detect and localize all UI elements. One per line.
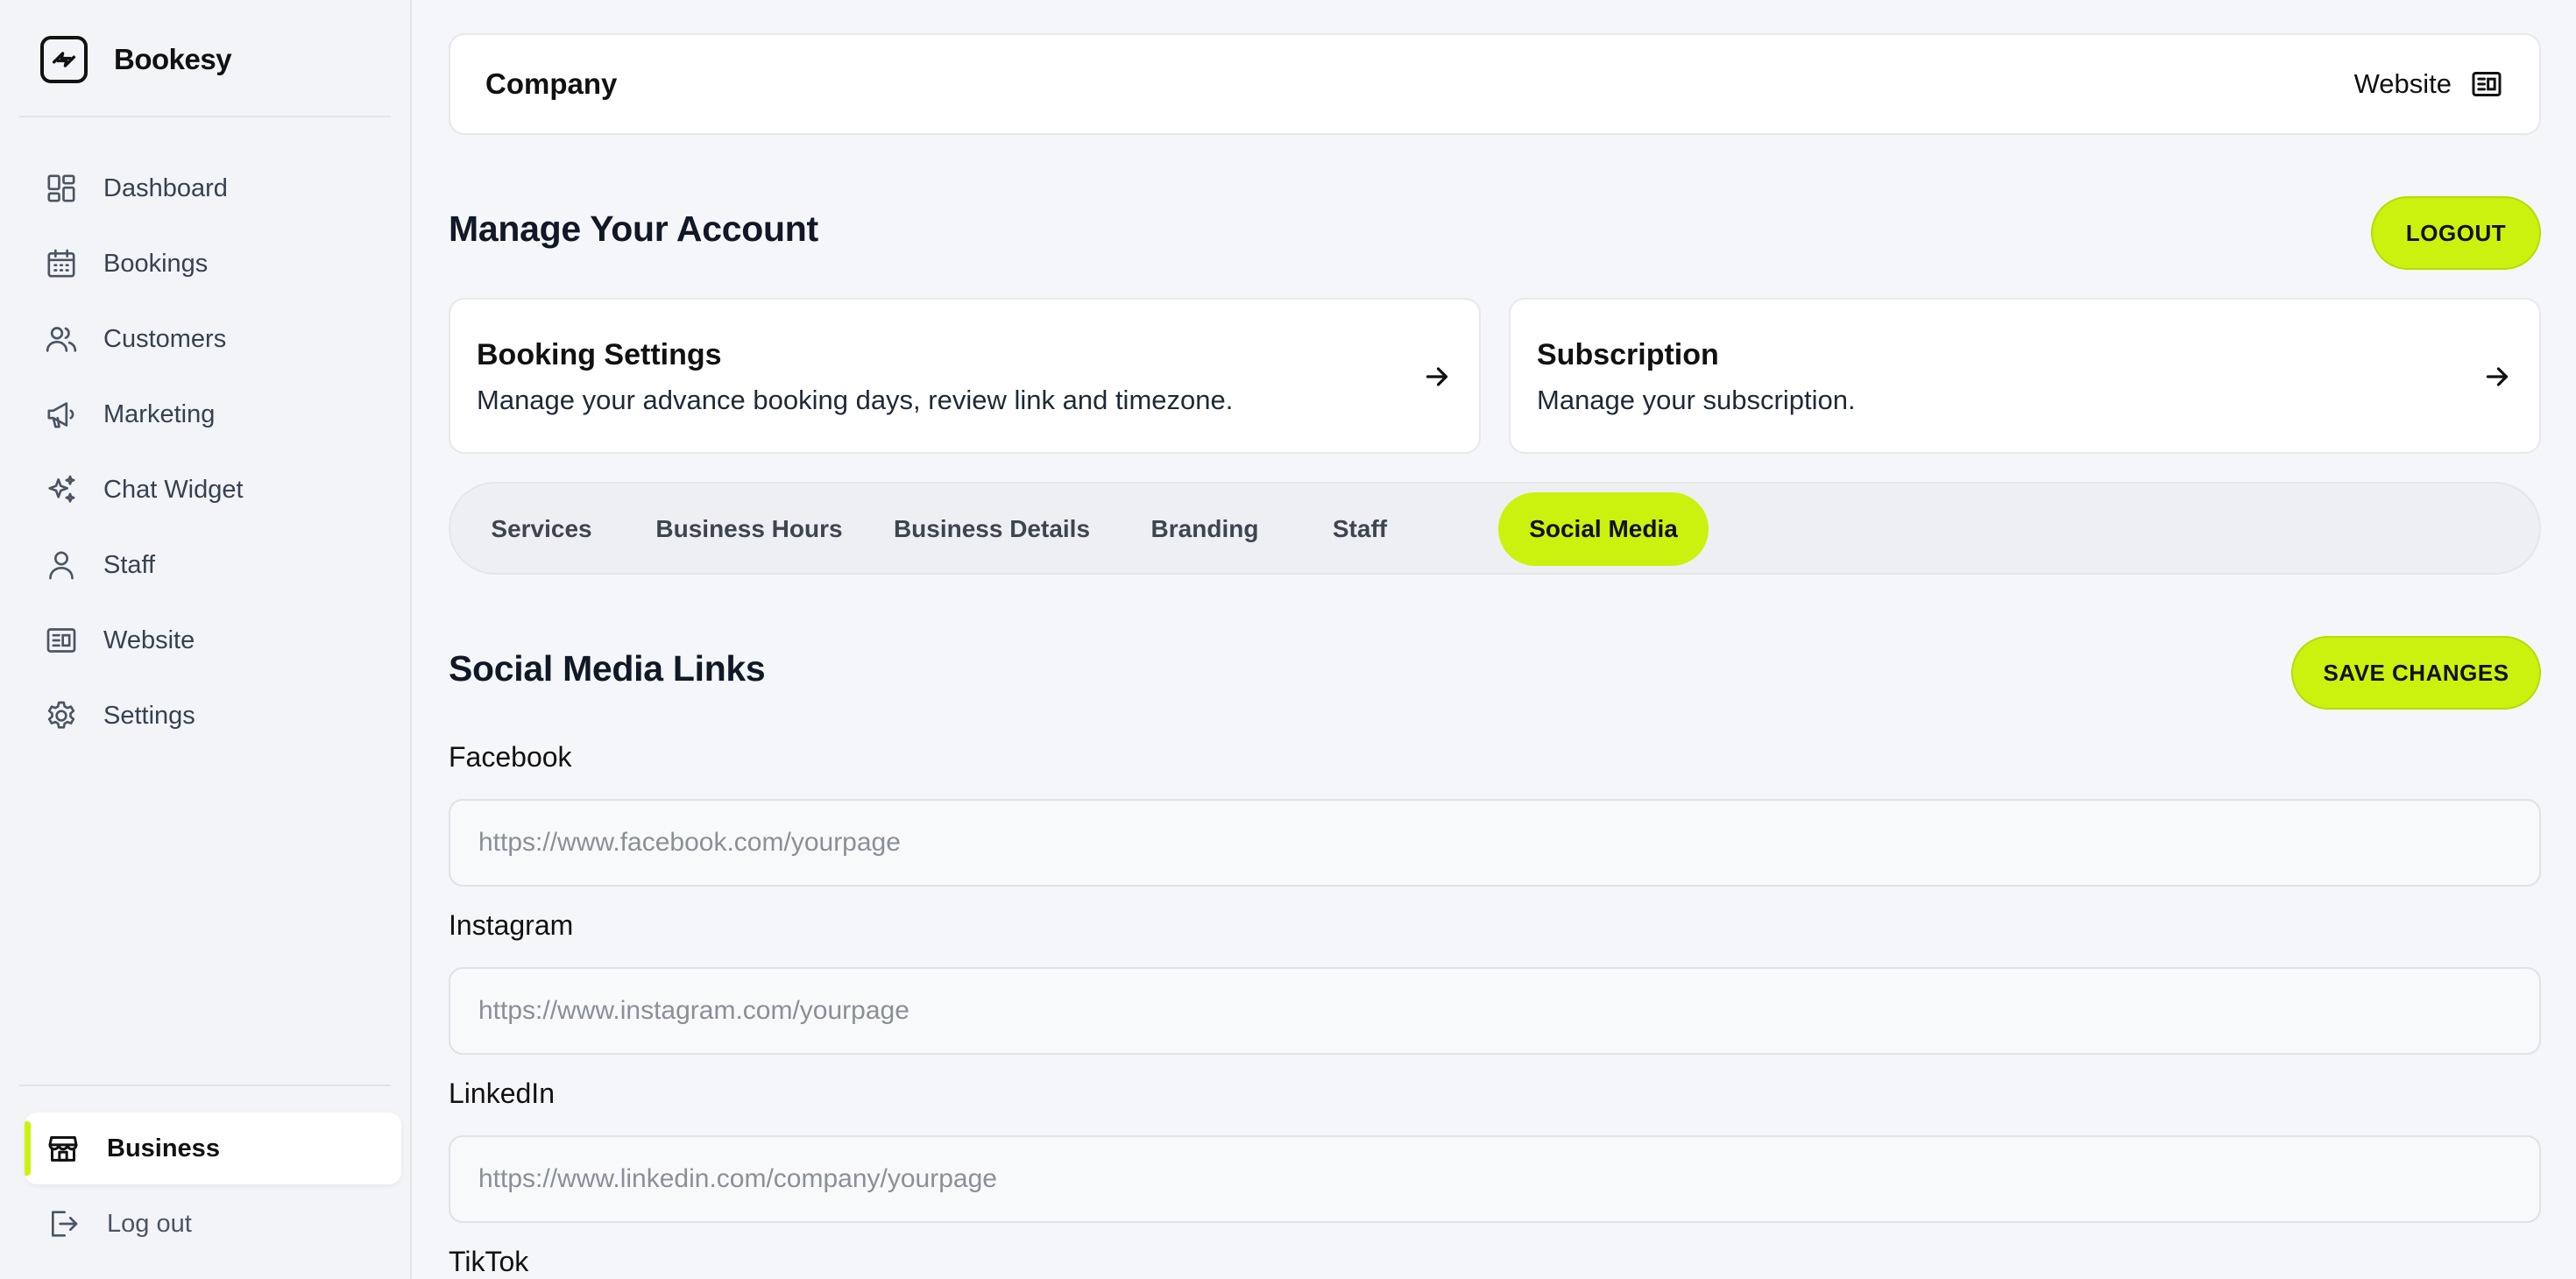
social-media-title: Social Media Links	[449, 648, 766, 689]
sidebar-item-label: Marketing	[103, 399, 216, 428]
sidebar-item-label: Business	[107, 1134, 220, 1162]
sidebar-item-label: Staff	[103, 550, 156, 579]
facebook-input[interactable]	[449, 799, 2541, 887]
sidebar-item-staff[interactable]: Staff	[21, 527, 389, 603]
sidebar-item-chat-widget[interactable]: Chat Widget	[21, 452, 389, 527]
linkedin-input[interactable]	[449, 1135, 2541, 1223]
tab-business-details[interactable]: Business Details	[876, 492, 1108, 566]
sidebar-item-label: Settings	[103, 701, 195, 730]
booking-settings-card[interactable]: Booking Settings Manage your advance boo…	[449, 298, 1481, 454]
sidebar-item-label: Chat Widget	[103, 475, 244, 504]
instagram-input[interactable]	[449, 967, 2541, 1055]
sidebar-item-label: Dashboard	[103, 173, 228, 202]
website-link[interactable]: Website	[2354, 67, 2504, 102]
sidebar-divider	[19, 116, 391, 117]
tab-social-media[interactable]: Social Media	[1498, 492, 1709, 566]
facebook-label: Facebook	[449, 741, 572, 773]
sidebar-item-website[interactable]: Website	[21, 603, 389, 678]
manage-account-title: Manage Your Account	[449, 208, 818, 249]
save-changes-button[interactable]: SAVE CHANGES	[2291, 636, 2541, 710]
brand[interactable]: Bookesy	[40, 35, 232, 84]
sidebar-item-label: Website	[103, 625, 195, 654]
instagram-label: Instagram	[449, 909, 574, 941]
sparkles-icon	[44, 472, 79, 507]
newspaper-icon	[2469, 67, 2504, 102]
sidebar-item-label: Customers	[103, 324, 227, 353]
brand-name: Bookesy	[114, 43, 232, 75]
megaphone-icon	[44, 397, 79, 432]
settings-tabs: Services Business Hours Business Details…	[449, 482, 2541, 575]
sidebar-item-bookings[interactable]: Bookings	[21, 226, 389, 301]
sidebar-item-business[interactable]: Business	[25, 1113, 401, 1184]
sidebar-item-dashboard[interactable]: Dashboard	[21, 151, 389, 226]
users-icon	[44, 322, 79, 357]
tab-services[interactable]: Services	[459, 492, 624, 566]
sidebar-item-logout[interactable]: Log out	[25, 1188, 401, 1260]
tab-staff[interactable]: Staff	[1297, 492, 1423, 566]
arrow-right-icon	[2486, 367, 2509, 386]
storefront-icon	[46, 1131, 81, 1166]
linkedin-label: LinkedIn	[449, 1078, 555, 1109]
tiktok-label: TikTok	[449, 1246, 529, 1277]
sidebar-item-label: Bookings	[103, 249, 209, 278]
card-description: Manage your subscription.	[1537, 385, 1856, 415]
dashboard-icon	[44, 171, 79, 206]
main-content: Company Website Manage Your Account LOGO…	[449, 0, 2541, 1279]
website-link-label: Website	[2353, 68, 2452, 99]
card-title: Booking Settings	[477, 338, 722, 371]
gear-icon	[44, 698, 79, 733]
sidebar-item-marketing[interactable]: Marketing	[21, 377, 389, 452]
page-title: Company	[485, 67, 618, 100]
card-title: Subscription	[1537, 338, 1719, 371]
card-description: Manage your advance booking days, review…	[477, 385, 1234, 415]
user-icon	[44, 548, 79, 583]
bookesy-logo-icon	[40, 36, 88, 83]
sidebar-nav: Dashboard Bookings Customers Marketing C…	[21, 151, 389, 753]
sidebar-item-label: Log out	[107, 1209, 192, 1238]
newspaper-icon	[44, 623, 79, 658]
tab-business-hours[interactable]: Business Hours	[641, 492, 857, 566]
subscription-card[interactable]: Subscription Manage your subscription.	[1509, 298, 2541, 454]
sidebar-divider	[19, 1085, 391, 1086]
top-bar: Company Website	[449, 33, 2541, 135]
logout-button[interactable]: LOGOUT	[2371, 196, 2541, 270]
sidebar-item-customers[interactable]: Customers	[21, 301, 389, 377]
sidebar: Bookesy Dashboard Bookings Customers Mar…	[0, 0, 412, 1279]
sidebar-item-settings[interactable]: Settings	[21, 678, 389, 753]
logout-icon	[46, 1206, 81, 1241]
tab-branding[interactable]: Branding	[1123, 492, 1286, 566]
calendar-icon	[44, 246, 79, 281]
arrow-right-icon	[1426, 367, 1448, 386]
